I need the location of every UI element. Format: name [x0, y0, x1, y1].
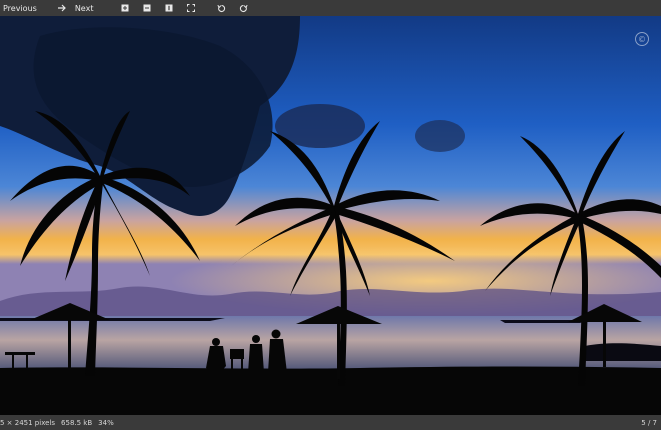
image-dimensions: 5 × 2451 pixels — [0, 418, 56, 427]
fit-window-icon[interactable] — [184, 0, 198, 16]
statusbar: 5 × 2451 pixels 658.5 kB 34% 5 / 7 — [0, 415, 661, 430]
next-label: Next — [74, 3, 94, 13]
next-button[interactable]: Next — [72, 0, 97, 16]
image-position: 5 / 7 — [641, 418, 657, 427]
zoom-in-icon[interactable] — [118, 0, 132, 16]
file-size: 658.5 kB — [61, 418, 93, 427]
actual-size-icon[interactable] — [162, 0, 176, 16]
zoom-level: 34% — [98, 418, 114, 427]
arrow-right-icon — [56, 0, 70, 16]
previous-label: Previous — [3, 3, 37, 13]
image-viewer-window: Previous Next © 5 × 2451 pixels 658.5 kB… — [0, 0, 661, 430]
previous-button[interactable]: Previous — [0, 0, 40, 16]
copyright-watermark: © — [635, 32, 649, 46]
rotate-left-icon[interactable] — [214, 0, 228, 16]
beach-sunset-photo — [0, 16, 661, 415]
status-info: 5 × 2451 pixels 658.5 kB 34% — [0, 419, 114, 427]
rotate-right-icon[interactable] — [236, 0, 250, 16]
zoom-out-icon[interactable] — [140, 0, 154, 16]
photo-canvas[interactable]: © — [0, 16, 661, 415]
toolbar: Previous Next — [0, 0, 661, 16]
